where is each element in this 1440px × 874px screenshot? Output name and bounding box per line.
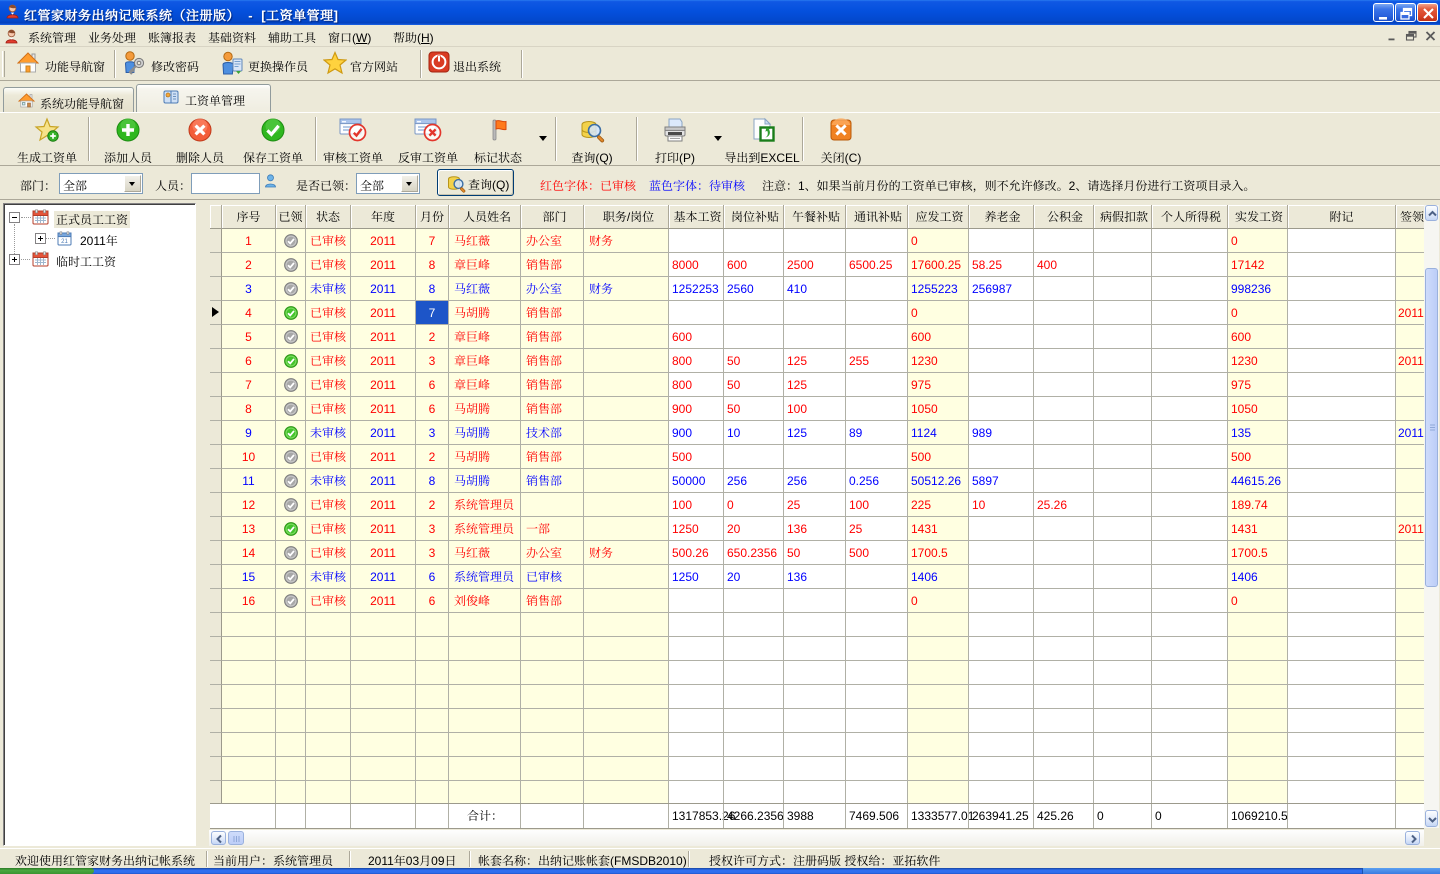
svg-text:21: 21 xyxy=(61,239,68,245)
